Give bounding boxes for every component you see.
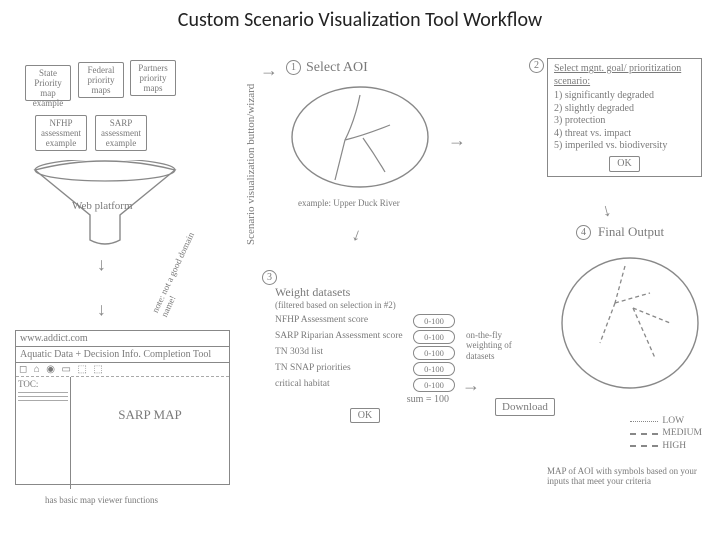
input-sarp: SARP assessment example <box>95 115 147 151</box>
aoi-blob-icon <box>285 80 435 195</box>
map-view[interactable]: SARP MAP <box>71 377 229 489</box>
step-2-badge: 2 <box>529 58 544 73</box>
weight-range-input[interactable]: 0-100 <box>413 362 455 376</box>
weight-row-label: TN SNAP priorities <box>275 364 409 374</box>
weight-row-label: critical habitat <box>275 380 409 390</box>
weight-side-note: on-the-fly weighting of datasets <box>466 330 521 361</box>
mgmt-opt[interactable]: 3) protection <box>554 115 695 128</box>
map-toolbar[interactable]: ◻ ⌂ ◉ ▭ ⬚ ⬚ <box>16 363 229 377</box>
weight-range-input[interactable]: 0-100 <box>413 314 455 328</box>
legend-swatch-med <box>630 433 658 435</box>
legend-swatch-low <box>630 421 658 422</box>
input-state-priority: State Priority map example <box>25 65 71 101</box>
arrow-down-icon: → <box>346 224 372 248</box>
funnel-label: Web platform <box>72 200 133 213</box>
input-partners-priority: Partners priority maps <box>130 60 176 96</box>
arrow-down-icon: → <box>94 257 115 275</box>
aoi-example: example: Upper Duck River <box>298 198 400 208</box>
input-federal-priority: Federal priority maps <box>78 62 124 98</box>
ok-button[interactable]: OK <box>350 408 380 423</box>
step-4-title: Final Output <box>598 225 664 240</box>
step-1-title: Select AOI <box>306 60 368 76</box>
step-1-badge: 1 <box>286 60 301 75</box>
input-nfhp: NFHP assessment example <box>35 115 87 151</box>
mgmt-opt[interactable]: 4) threat vs. impact <box>554 128 695 141</box>
weight-row-label: SARP Riparian Assessment score <box>275 332 409 342</box>
page-subtitle: Aquatic Data + Decision Info. Completion… <box>16 347 229 363</box>
weight-row-label: TN 303d list <box>275 348 409 358</box>
weight-row-label: NFHP Assessment score <box>275 316 409 326</box>
page-title: Custom Scenario Visualization Tool Workf… <box>0 8 720 32</box>
legend-swatch-high <box>630 445 658 447</box>
output-legend: LOW MEDIUM HIGH <box>630 415 702 452</box>
step-4-badge: 4 <box>576 225 591 240</box>
mgmt-title: Select mgnt. goal/ prioritization scenar… <box>554 63 695 88</box>
weight-sum: sum = 100 <box>275 394 449 405</box>
arrow-right-icon: → <box>260 60 278 81</box>
weight-range-input[interactable]: 0-100 <box>413 378 455 392</box>
output-blob-icon <box>555 248 705 398</box>
weight-range-input[interactable]: 0-100 <box>413 346 455 360</box>
mgmt-opt[interactable]: 2) slightly degraded <box>554 103 695 116</box>
weight-title: Weight datasets <box>275 285 455 300</box>
arrow-down-icon: → <box>597 199 622 222</box>
wizard-label: Scenario visualization button/wizard <box>245 55 257 245</box>
arrow-down-icon: → <box>94 302 115 320</box>
mgmt-panel: Select mgnt. goal/ prioritization scenar… <box>547 58 702 177</box>
toc-panel[interactable]: TOC: <box>16 377 71 489</box>
weight-range-input[interactable]: 0-100 <box>413 330 455 344</box>
weight-subtitle: (filtered based on selection in #2) <box>275 300 455 310</box>
browser-footer: has basic map viewer functions <box>45 495 175 505</box>
arrow-right-icon: → <box>462 375 480 396</box>
mgmt-opt[interactable]: 5) imperiled vs. biodiversity <box>554 140 695 153</box>
output-caption: MAP of AOI with symbols based on your in… <box>547 466 702 487</box>
weight-panel: Weight datasets (filtered based on selec… <box>275 285 455 423</box>
ok-button[interactable]: OK <box>609 156 639 173</box>
mgmt-opt[interactable]: 1) significantly degraded <box>554 90 695 103</box>
address-bar[interactable]: www.addict.com <box>16 331 229 347</box>
arrow-right-icon: → <box>448 130 466 151</box>
browser-mock: www.addict.com Aquatic Data + Decision I… <box>15 330 230 485</box>
step-3-badge: 3 <box>262 270 277 285</box>
download-button[interactable]: Download <box>495 398 555 416</box>
